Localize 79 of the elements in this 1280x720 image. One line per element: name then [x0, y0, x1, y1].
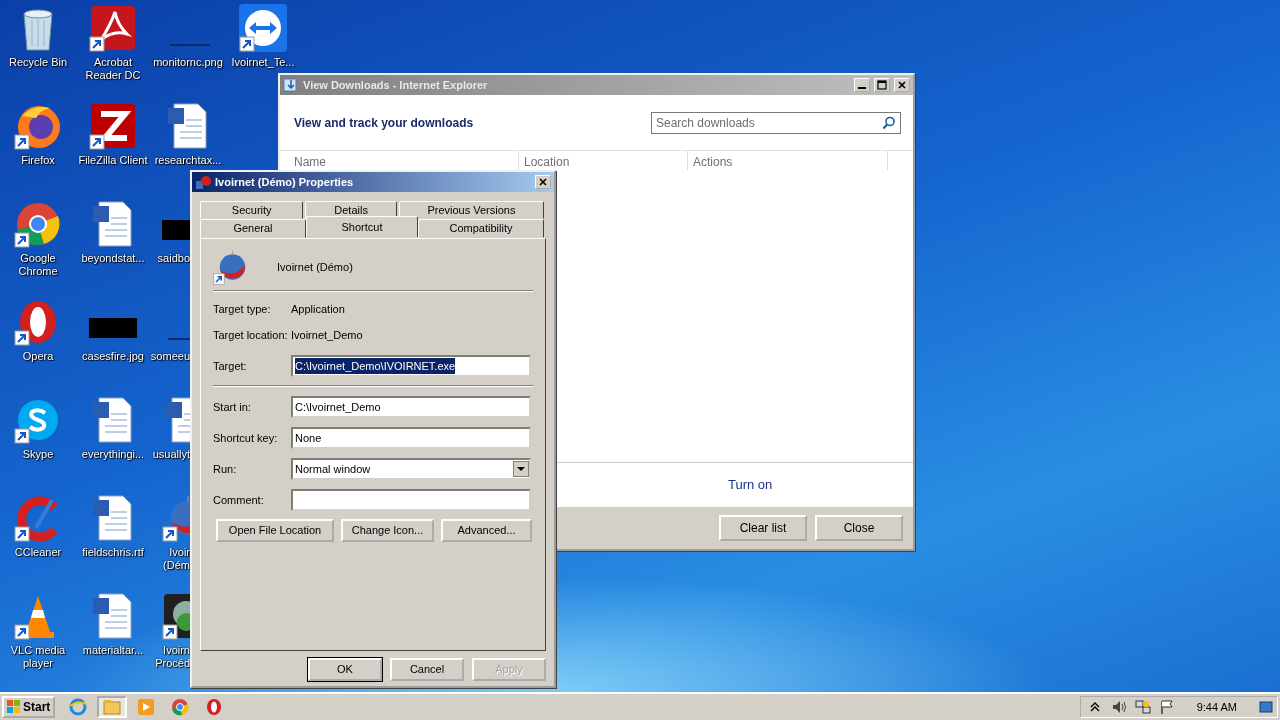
tab[interactable]: General — [200, 219, 306, 238]
folder-icon — [103, 698, 122, 716]
show-desktop-icon[interactable] — [1259, 700, 1273, 714]
window-title: View Downloads - Internet Explorer — [303, 77, 489, 93]
text-field[interactable] — [291, 489, 531, 511]
search-icon[interactable] — [882, 115, 896, 130]
field-label: Run: — [213, 461, 238, 477]
tab[interactable]: Compatibility — [418, 219, 544, 238]
field-value: Application — [291, 301, 345, 317]
search-field[interactable]: Search downloads — [651, 111, 901, 134]
network-icon[interactable] — [1134, 699, 1151, 715]
turn-on-link[interactable]: Turn on — [728, 474, 773, 495]
icon-label[interactable]: Ivoir (Dém — [163, 546, 190, 572]
browser-icon — [171, 698, 190, 716]
field-label: Target location: — [213, 327, 289, 343]
tab[interactable]: Security — [200, 201, 304, 219]
action-button[interactable]: Change Icon... — [341, 519, 434, 542]
downloads-icon — [283, 77, 299, 93]
icon-label[interactable]: casesfire.jpg — [82, 350, 144, 363]
icon-label[interactable]: everythingi... — [81, 448, 145, 461]
icon-label[interactable]: Ivoirn Procéd — [155, 644, 190, 670]
flag-icon[interactable] — [1158, 699, 1175, 715]
action-button[interactable]: Advanced... — [441, 519, 532, 542]
close-icon — [538, 177, 548, 187]
field-label: Target: — [213, 358, 248, 374]
field-label: Comment: — [213, 492, 265, 508]
field-label: Target type: — [213, 301, 272, 317]
icon-label[interactable]: saidbo — [157, 252, 190, 265]
dialog-button[interactable]: OK — [308, 658, 382, 681]
dialog-button[interactable]: Cancel — [390, 658, 464, 681]
start-button[interactable]: Start — [2, 696, 56, 718]
item-name: Ivoirnet (Démo) — [277, 259, 353, 275]
logo-icon — [7, 700, 21, 714]
caret-icon[interactable] — [513, 461, 529, 477]
icon-label[interactable]: Acrobat Reader DC — [85, 56, 141, 82]
minimize-icon — [858, 87, 866, 89]
icon-label[interactable]: Opera — [22, 350, 54, 363]
icon-label[interactable]: beyondstat... — [81, 252, 145, 265]
media-player-icon — [137, 698, 156, 716]
clock[interactable]: 9:44 AM — [1196, 698, 1237, 716]
icon-label[interactable]: Skype — [22, 448, 54, 461]
icon-label[interactable]: fieldschris.rtf — [82, 546, 144, 559]
browser-icon — [69, 698, 88, 716]
ring-icon — [205, 698, 224, 716]
icon-label[interactable]: Recycle Bin — [8, 56, 68, 69]
run-dropdown[interactable]: Normal window — [291, 458, 531, 480]
icon-label[interactable]: CCleaner — [14, 546, 62, 559]
maximize-button[interactable] — [874, 78, 890, 92]
minimize-button[interactable] — [854, 78, 870, 92]
column-header[interactable]: Actions — [688, 151, 888, 170]
tab[interactable]: Shortcut — [306, 216, 418, 237]
maximize-icon — [877, 80, 887, 90]
app-icon — [195, 174, 211, 190]
text-field[interactable]: C:\Ivoirnet_Demo\IVOIRNET.exe — [291, 355, 531, 377]
icon-label[interactable]: monitornc.png — [153, 56, 223, 69]
volume-icon[interactable] — [1110, 699, 1127, 715]
action-button[interactable]: Open File Location — [216, 519, 334, 542]
field-label: Start in: — [213, 399, 252, 415]
close-button[interactable] — [894, 78, 910, 92]
icon-label[interactable]: Ivoirnet_Te... — [231, 56, 295, 69]
text-field[interactable]: C:\Ivoirnet_Demo — [291, 396, 531, 418]
close-icon — [897, 80, 907, 90]
icon-label[interactable]: someeu — [150, 350, 190, 363]
icon-label[interactable]: Firefox — [21, 154, 55, 167]
window-title: Ivoirnet (Démo) Properties — [215, 174, 355, 190]
icon-label[interactable]: usuallyt — [152, 448, 190, 461]
dialog-button[interactable]: Close — [815, 515, 903, 541]
icon-label[interactable]: VLC media player — [10, 644, 66, 670]
tab[interactable]: Previous Versions — [398, 201, 544, 219]
dialog-button[interactable]: Clear list — [719, 515, 807, 541]
icon-label[interactable]: materialtar... — [82, 644, 144, 657]
close-button[interactable] — [535, 175, 551, 189]
field-value: Ivoirnet_Demo — [291, 327, 363, 343]
icon-label[interactable]: Google Chrome — [18, 252, 58, 278]
field-label: Shortcut key: — [213, 430, 279, 446]
icon-label[interactable]: FileZilla Client — [78, 154, 148, 167]
text-field[interactable]: None — [291, 427, 531, 449]
icon-label[interactable]: researchtax... — [154, 154, 222, 167]
page-heading: View and track your downloads — [294, 114, 474, 132]
